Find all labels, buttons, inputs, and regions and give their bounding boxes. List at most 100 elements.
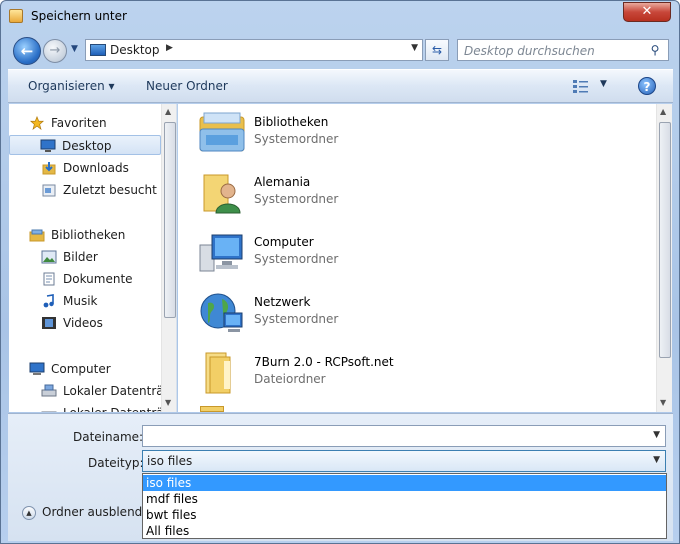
chevron-down-icon[interactable]: ▼ [653, 455, 660, 465]
file-type: Systemordner [254, 252, 339, 266]
address-location[interactable]: Desktop [110, 43, 160, 57]
scroll-down-icon[interactable]: ▼ [660, 398, 666, 407]
breadcrumb-arrow-icon[interactable]: ▶ [166, 43, 173, 53]
search-icon[interactable]: ⚲ [648, 43, 662, 57]
file-name: Computer [254, 235, 314, 249]
address-dropdown-icon[interactable]: ▼ [411, 43, 418, 53]
scrollbar-thumb[interactable] [164, 122, 176, 318]
chevron-up-icon: ▲ [22, 506, 36, 520]
videos-icon [42, 317, 56, 329]
file-list: Bibliotheken Systemordner Alemania Syste… [178, 104, 672, 412]
music-icon [43, 294, 54, 308]
title-bar[interactable]: Speichern unter ✕ [1, 1, 679, 31]
libraries-folder-icon [199, 112, 245, 152]
documents-icon [43, 272, 55, 286]
filetype-select[interactable]: iso files ▼ [142, 450, 666, 472]
file-type: Systemordner [254, 312, 339, 326]
nav-music[interactable]: Musik [9, 291, 161, 311]
navigation-pane: Favoriten Desktop Downloads Zuletzt besu… [9, 104, 177, 412]
filetype-option-bwt[interactable]: bwt files [143, 507, 666, 523]
nav-libraries[interactable]: Bibliotheken [9, 225, 161, 245]
new-folder-button[interactable]: Neuer Ordner [146, 79, 228, 93]
scrollbar-thumb[interactable] [659, 122, 671, 358]
filename-input[interactable] [146, 428, 636, 444]
organize-button[interactable]: Organisieren ▾ [28, 79, 115, 93]
filename-label: Dateiname: [73, 430, 144, 444]
scroll-up-icon[interactable]: ▲ [660, 107, 666, 116]
nav-recent-places[interactable]: Zuletzt besucht [9, 180, 161, 200]
nav-label: Bilder [63, 250, 98, 264]
search-input[interactable] [464, 43, 644, 59]
nav-label: Musik [63, 294, 98, 308]
file-name: Netzwerk [254, 295, 311, 309]
filetype-dropdown-list: iso files mdf files bwt files All files [142, 473, 667, 539]
nav-downloads[interactable]: Downloads [9, 158, 161, 178]
nav-label: Computer [51, 362, 111, 376]
hide-folders-label: Ordner ausblenden [42, 505, 158, 519]
view-options-icon[interactable] [572, 78, 590, 94]
filetype-option-iso[interactable]: iso files [143, 475, 666, 491]
computer-icon [29, 362, 45, 375]
scroll-down-icon[interactable]: ▼ [165, 398, 171, 407]
view-dropdown-icon[interactable]: ▼ [600, 79, 607, 89]
nav-videos[interactable]: Videos [9, 313, 161, 333]
file-list-scrollbar[interactable]: ▲ ▼ [656, 104, 672, 412]
star-icon [29, 116, 45, 130]
chevron-down-icon[interactable]: ▼ [653, 430, 660, 440]
filetype-option-mdf[interactable]: mdf files [143, 491, 666, 507]
pictures-icon [41, 250, 57, 264]
nav-local-disk-2[interactable]: Lokaler Datenträ [9, 403, 161, 412]
filetype-label: Dateityp: [88, 456, 144, 470]
nav-label: Lokaler Datenträg [63, 384, 161, 398]
computer-icon [199, 234, 243, 272]
file-item-alemania[interactable]: Alemania Systemordner [198, 169, 498, 219]
nav-local-disk-1[interactable]: Lokaler Datenträg [9, 381, 161, 401]
app-icon [9, 9, 23, 23]
file-name: 7Burn 2.0 - RCPsoft.net [254, 355, 394, 369]
nav-label: Favoriten [51, 116, 107, 130]
refresh-button[interactable]: ⇆ [425, 39, 449, 61]
toolbar: Organisieren ▾ Neuer Ordner ▼ ? [8, 69, 673, 103]
nav-label: Downloads [63, 161, 129, 175]
nav-label: Desktop [62, 139, 112, 153]
file-name: Bibliotheken [254, 115, 329, 129]
file-item-7burn[interactable]: 7Burn 2.0 - RCPsoft.net Dateiordner [198, 349, 498, 399]
nav-pictures[interactable]: Bilder [9, 247, 161, 267]
file-item-network[interactable]: Netzwerk Systemordner [198, 289, 498, 339]
file-type: Dateiordner [254, 372, 326, 386]
filetype-option-all[interactable]: All files [143, 523, 666, 539]
filename-combobox[interactable]: ▼ [142, 425, 666, 447]
nav-desktop[interactable]: Desktop [9, 135, 161, 155]
nav-label: Lokaler Datenträ [63, 403, 161, 412]
nav-documents[interactable]: Dokumente [9, 269, 161, 289]
address-bar[interactable]: Desktop ▶ ▼ [85, 39, 423, 61]
desktop-icon [40, 139, 56, 152]
window-title: Speichern unter [31, 9, 127, 23]
folder-icon [200, 406, 224, 412]
drive-icon [41, 384, 57, 397]
folder-icon [205, 352, 231, 394]
close-button[interactable]: ✕ [623, 2, 671, 22]
file-type: Systemordner [254, 192, 339, 206]
file-item-computer[interactable]: Computer Systemordner [198, 229, 498, 279]
nav-computer[interactable]: Computer [9, 359, 161, 379]
back-arrow-icon[interactable]: ← [13, 37, 41, 65]
scroll-up-icon[interactable]: ▲ [165, 107, 171, 116]
desktop-icon [90, 44, 106, 56]
drive-icon [41, 411, 57, 412]
file-item-libraries[interactable]: Bibliotheken Systemordner [198, 109, 498, 159]
network-icon [200, 293, 243, 332]
history-dropdown-icon[interactable]: ▼ [71, 44, 81, 54]
help-icon[interactable]: ? [638, 77, 656, 95]
user-folder-icon [203, 174, 241, 214]
nav-label: Bibliotheken [51, 228, 126, 242]
nav-favorites[interactable]: Favoriten [9, 113, 161, 133]
filetype-selected-value: iso files [147, 454, 193, 468]
nav-label: Dokumente [63, 272, 133, 286]
downloads-icon [42, 162, 56, 175]
forward-arrow-icon[interactable]: → [43, 39, 67, 63]
nav-label: Videos [63, 316, 103, 330]
navigation-scrollbar[interactable]: ▲ ▼ [161, 104, 176, 412]
file-name: Alemania [254, 175, 311, 189]
search-box[interactable]: ⚲ [457, 39, 669, 61]
